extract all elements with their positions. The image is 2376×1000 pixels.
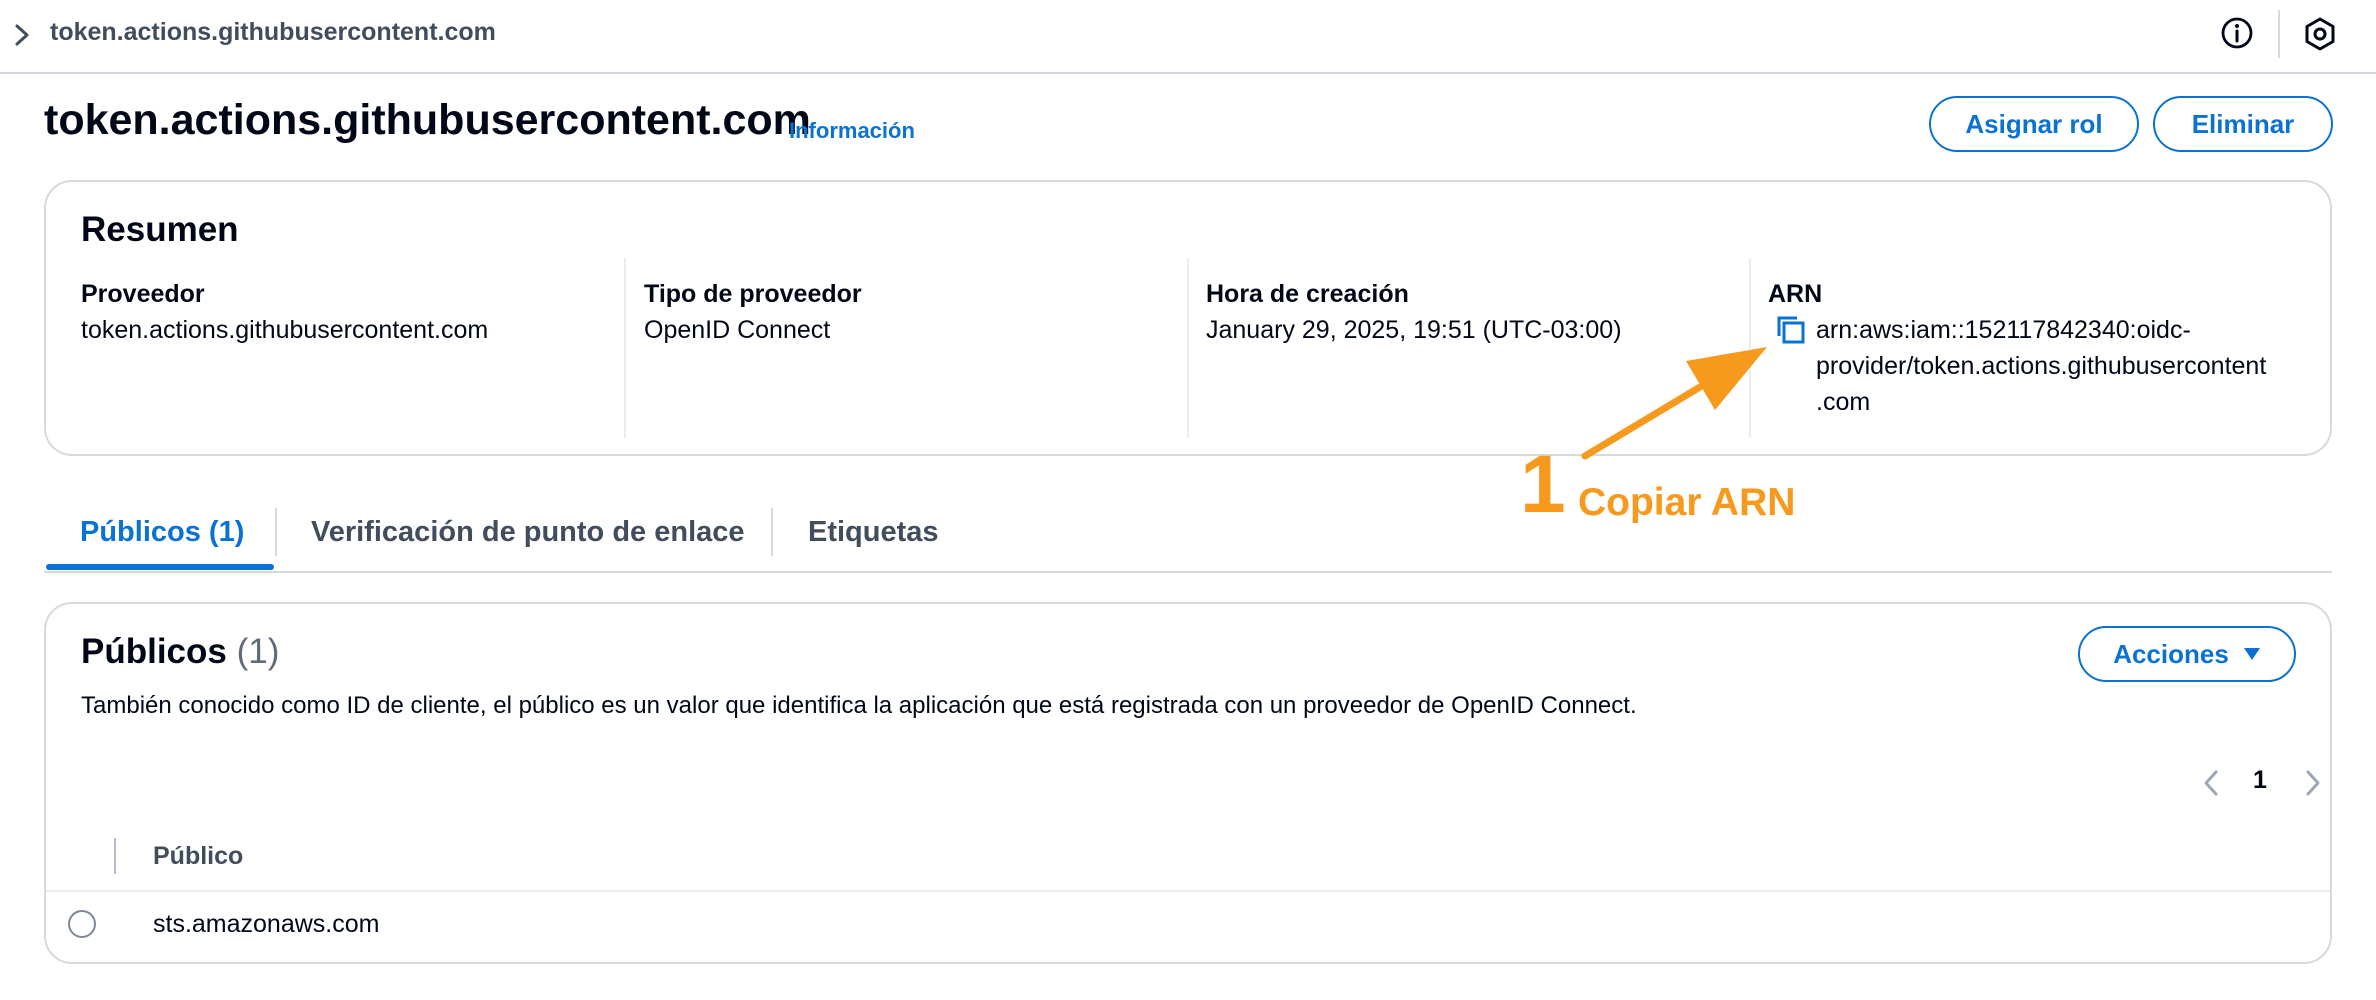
arn-value-line-2: provider/token.actions.githubusercontent (1816, 352, 2267, 380)
provider-label: Proveedor (81, 280, 205, 308)
assign-role-button[interactable]: Asignar rol (1929, 96, 2139, 152)
arn-value-line-3: .com (1816, 388, 1871, 416)
annotation-step-number: 1 (1520, 439, 1566, 530)
actions-dropdown-button[interactable]: Acciones (2078, 626, 2296, 682)
column-divider (624, 258, 626, 438)
audiences-description: También conocido como ID de cliente, el … (81, 692, 1637, 719)
provider-type-label: Tipo de proveedor (644, 280, 862, 308)
pagination-previous-icon[interactable] (2200, 766, 2222, 800)
top-bar: token.actions.githubusercontent.com (0, 0, 2376, 74)
audiences-count: (1) (236, 632, 280, 671)
provider-value: token.actions.githubusercontent.com (81, 316, 489, 344)
page-title: token.actions.githubusercontent.com (44, 96, 811, 144)
actions-label: Acciones (2113, 638, 2229, 669)
audiences-title: Públicos (1) (81, 632, 279, 672)
delete-button[interactable]: Eliminar (2153, 96, 2333, 152)
tab-divider (275, 508, 277, 556)
settings-hexagon-icon[interactable] (2302, 16, 2338, 52)
row-select-radio[interactable] (68, 910, 96, 938)
breadcrumb-current: token.actions.githubusercontent.com (50, 18, 496, 46)
active-tab-indicator (46, 564, 274, 570)
tab-endpoint-verification[interactable]: Verificación de punto de enlace (311, 516, 745, 549)
tab-divider (771, 508, 773, 556)
info-icon[interactable] (2220, 16, 2254, 50)
tab-publicos[interactable]: Públicos (1) (80, 516, 244, 549)
audiences-title-text: Públicos (81, 632, 227, 671)
info-link[interactable]: Información (789, 118, 915, 144)
tabs-baseline (44, 571, 2332, 573)
arn-label: ARN (1768, 280, 1823, 308)
table-header-publico[interactable]: Público (153, 842, 243, 871)
column-divider (1187, 258, 1189, 438)
table-row-divider (46, 890, 2330, 892)
table-row-audience: sts.amazonaws.com (153, 910, 380, 938)
audiences-panel (44, 602, 2332, 964)
arn-value-line-1: arn:aws:iam::152117842340:oidc- (1816, 316, 2191, 344)
table-header-divider (114, 838, 116, 874)
column-divider (1749, 258, 1751, 438)
pagination-next-icon[interactable] (2302, 766, 2324, 800)
summary-title: Resumen (81, 210, 239, 249)
topbar-divider (2278, 10, 2280, 58)
copy-icon[interactable] (1775, 314, 1807, 346)
caret-down-icon (2243, 648, 2260, 660)
pagination-current-page[interactable]: 1 (2253, 766, 2267, 795)
created-value: January 29, 2025, 19:51 (UTC-03:00) (1206, 316, 1622, 344)
annotation-label: Copiar ARN (1578, 481, 1796, 524)
created-label: Hora de creación (1206, 280, 1409, 308)
provider-type-value: OpenID Connect (644, 316, 831, 344)
chevron-right-icon[interactable] (12, 20, 32, 50)
tab-tags[interactable]: Etiquetas (808, 516, 939, 549)
